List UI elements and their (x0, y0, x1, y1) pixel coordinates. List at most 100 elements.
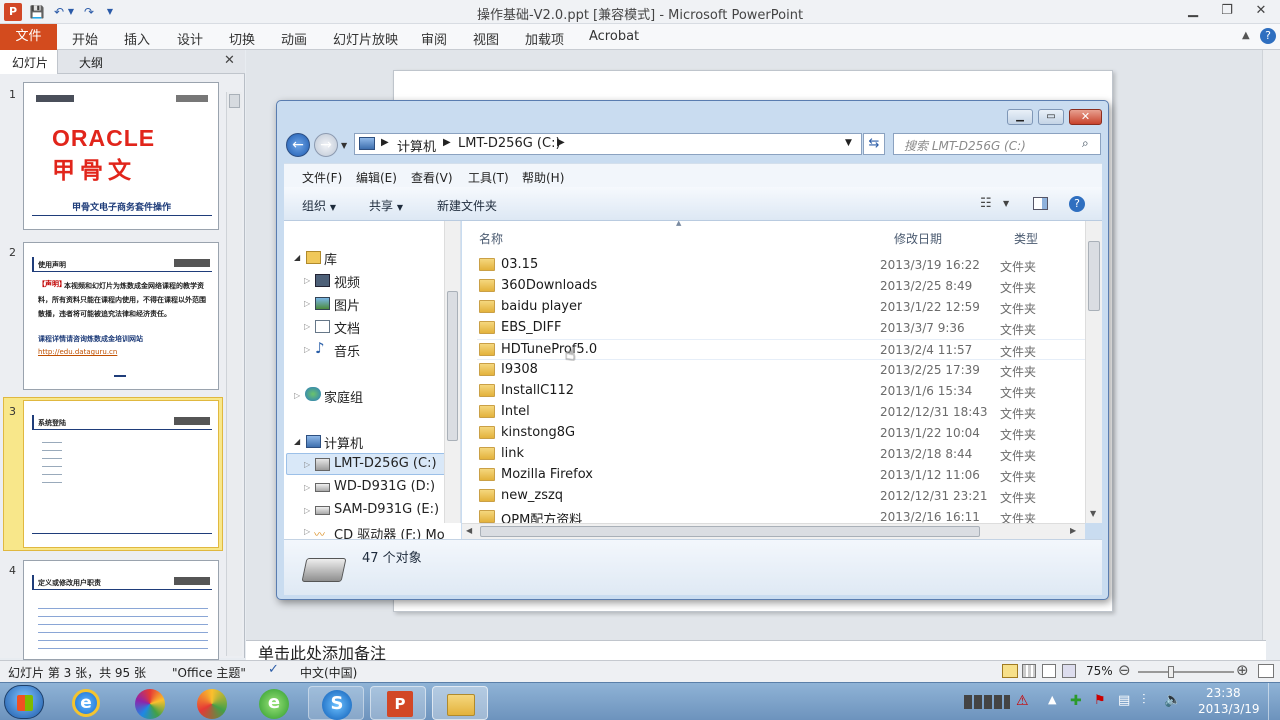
scroll-thumb[interactable] (1088, 241, 1100, 311)
slide-thumbnail-3[interactable]: 系统登陆 (23, 400, 219, 548)
volume-icon[interactable]: 🔈 (1164, 692, 1181, 708)
file-row[interactable]: baidu player 2013/1/22 12:59 文件夹 (477, 297, 1085, 318)
nav-homegroup[interactable]: 家庭组 (324, 387, 363, 406)
file-row[interactable]: 360Downloads 2013/2/25 8:49 文件夹 (477, 276, 1085, 297)
explorer-close-button[interactable]: ✕ (1069, 109, 1102, 125)
clock-time[interactable]: 23:38 (1206, 686, 1241, 700)
expand-icon[interactable]: ▷ (304, 345, 310, 354)
column-type[interactable]: 类型 (1014, 230, 1038, 247)
show-desktop-button[interactable] (1268, 683, 1280, 720)
menu-view[interactable]: 查看(V) (411, 169, 453, 186)
file-row[interactable]: OPM配方资料 2013/2/16 16:11 文件夹 (477, 507, 1085, 523)
minimize-button[interactable]: ▁ (1180, 2, 1206, 20)
address-bar[interactable]: ▶ 计算机 ▶ LMT-D256G (C:) ▶ ▼ (354, 133, 862, 155)
preview-pane-icon[interactable] (1033, 197, 1048, 210)
file-row[interactable]: 03.15 2013/3/19 16:22 文件夹 (477, 255, 1085, 276)
menu-file[interactable]: 文件(F) (302, 169, 342, 186)
recent-pages-icon[interactable]: ▼ (341, 141, 347, 150)
expand-icon[interactable]: ◢ (294, 253, 300, 262)
expand-icon[interactable]: ▷ (304, 527, 310, 536)
nav-videos[interactable]: 视频 (334, 272, 360, 291)
expand-icon[interactable]: ▷ (304, 506, 310, 515)
nav-drive-d[interactable]: WD-D931G (D:) (334, 479, 435, 494)
close-button[interactable]: ✕ (1248, 2, 1274, 20)
zoom-level[interactable]: 75% (1086, 664, 1113, 678)
tab-slideshow[interactable]: 幻灯片放映 (333, 29, 398, 48)
zoom-slider[interactable] (1138, 666, 1234, 678)
scroll-down-icon[interactable]: ▼ (1090, 509, 1096, 518)
show-hidden-icons[interactable]: ▲ (1048, 693, 1056, 706)
tray-app-icon[interactable]: ✚ (1070, 693, 1082, 709)
view-dropdown-icon[interactable]: ▼ (1003, 199, 1009, 208)
refresh-icon[interactable]: ⇆ (863, 133, 885, 155)
restore-button[interactable]: ❐ (1214, 2, 1240, 20)
taskbar-powerpoint[interactable]: P (370, 686, 426, 720)
share-button[interactable]: 共享 ▼ (369, 197, 403, 214)
new-folder-button[interactable]: 新建文件夹 (437, 197, 497, 214)
nav-pane-scrollbar[interactable] (444, 221, 460, 523)
tab-design[interactable]: 设计 (177, 29, 203, 48)
taskbar-ie[interactable]: e (58, 686, 114, 720)
help-icon[interactable]: ? (1260, 28, 1276, 44)
back-button[interactable]: ← (286, 133, 310, 157)
nav-drive-e[interactable]: SAM-D931G (E:) (334, 502, 439, 517)
view-options-icon[interactable]: ☷ (980, 196, 992, 211)
close-panel-icon[interactable]: ✕ (224, 53, 235, 68)
breadcrumb-chevron-icon[interactable]: ▶ (381, 137, 389, 148)
expand-icon[interactable]: ▷ (304, 322, 310, 331)
expand-icon[interactable]: ▷ (304, 460, 310, 469)
clock-date[interactable]: 2013/3/19 (1198, 702, 1260, 716)
nav-libraries[interactable]: 库 (324, 249, 337, 268)
file-row[interactable]: EBS_DIFF 2013/3/7 9:36 文件夹 (477, 318, 1085, 339)
file-row[interactable]: InstallC112 2013/1/6 15:34 文件夹 (477, 381, 1085, 402)
slides-scrollbar[interactable] (226, 92, 242, 656)
slide-thumbnail-1[interactable]: ORACLE 甲骨文 甲骨文电子商务套件操作 (23, 82, 219, 230)
menu-edit[interactable]: 编辑(E) (356, 169, 397, 186)
expand-icon[interactable]: ▷ (304, 276, 310, 285)
tab-acrobat[interactable]: Acrobat (589, 29, 639, 44)
expand-icon[interactable]: ◢ (294, 437, 300, 446)
nav-music[interactable]: 音乐 (334, 341, 360, 360)
file-row[interactable]: Intel 2012/12/31 18:43 文件夹 (477, 402, 1085, 423)
file-list-hscroll[interactable]: ◀ ▶ (462, 523, 1085, 539)
search-icon[interactable]: ⌕ (1082, 136, 1089, 151)
tab-insert[interactable]: 插入 (124, 29, 150, 48)
signal-icon[interactable] (964, 695, 1010, 709)
file-row[interactable]: new_zszq 2012/12/31 23:21 文件夹 (477, 486, 1085, 507)
taskbar-explorer[interactable] (432, 686, 488, 720)
zoom-out-icon[interactable]: ⊖ (1118, 661, 1131, 679)
tab-outline[interactable]: 大纲 (79, 54, 103, 71)
language[interactable]: 中文(中国) (300, 664, 357, 681)
explorer-minimize-button[interactable]: ▁ (1007, 109, 1033, 125)
scroll-thumb[interactable] (229, 94, 240, 108)
expand-icon[interactable]: ▷ (294, 391, 300, 400)
organize-button[interactable]: 组织 ▼ (302, 197, 336, 214)
editor-scrollbar[interactable] (1262, 50, 1280, 640)
tray-device-icon[interactable]: ▤ (1118, 693, 1130, 708)
search-input[interactable]: 搜索 LMT-D256G (C:) ⌕ (893, 133, 1101, 155)
tab-view[interactable]: 视图 (473, 29, 499, 48)
menu-tools[interactable]: 工具(T) (468, 169, 509, 186)
reading-view-icon[interactable] (1042, 664, 1056, 678)
nav-computer[interactable]: 计算机 (324, 433, 363, 452)
file-row[interactable]: link 2013/2/18 8:44 文件夹 (477, 444, 1085, 465)
taskbar-app-5[interactable]: S (308, 686, 364, 720)
tab-home[interactable]: 开始 (72, 29, 98, 48)
breadcrumb-drive[interactable]: LMT-D256G (C:) (458, 136, 561, 151)
nav-drive-c[interactable]: LMT-D256G (C:) (334, 456, 437, 471)
network-status-icon[interactable]: ⚠ (1016, 693, 1029, 709)
scroll-right-icon[interactable]: ▶ (1070, 526, 1076, 535)
file-row[interactable]: kinstong8G 2013/1/22 10:04 文件夹 (477, 423, 1085, 444)
nav-documents[interactable]: 文档 (334, 318, 360, 337)
explorer-maximize-button[interactable]: ▭ (1038, 109, 1064, 125)
slide-thumbnail-2[interactable]: 使用声明 【声明】 本视频和幻灯片为炼数成金网络课程的教学资料，所有资料只能在课… (23, 242, 219, 390)
breadcrumb-chevron-icon[interactable]: ▶ (557, 137, 565, 148)
forward-button[interactable]: → (314, 133, 338, 157)
slide-sorter-icon[interactable] (1022, 664, 1036, 678)
tray-flag-icon[interactable]: ⚑ (1094, 693, 1106, 708)
fit-slide-icon[interactable] (1258, 664, 1274, 678)
help-icon[interactable]: ? (1069, 196, 1085, 212)
breadcrumb-chevron-icon[interactable]: ▶ (443, 137, 451, 148)
taskbar-app-4[interactable]: e (246, 686, 302, 720)
scroll-thumb[interactable] (447, 291, 458, 441)
